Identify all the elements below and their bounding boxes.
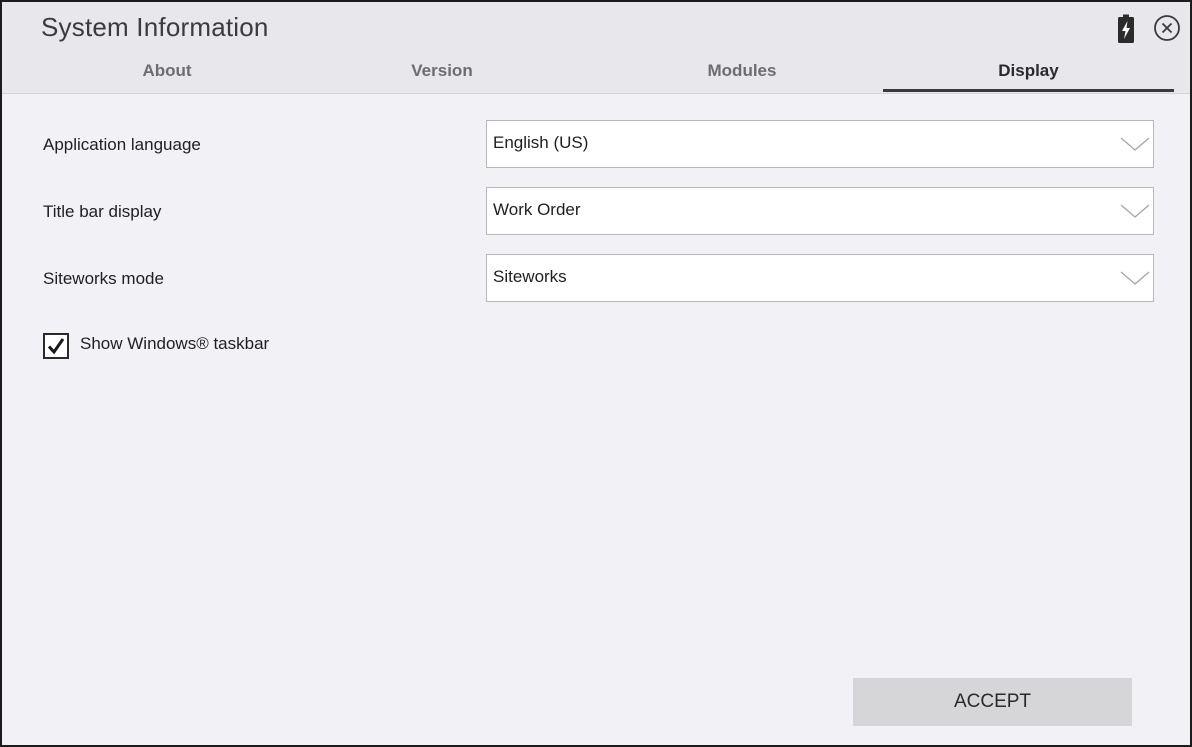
close-icon[interactable] xyxy=(1153,14,1181,42)
tab-version[interactable]: Version xyxy=(322,58,562,92)
chevron-down-icon xyxy=(1120,271,1150,285)
title-bar-display-dropdown[interactable]: Work Order xyxy=(486,187,1154,235)
show-taskbar-label: Show Windows® taskbar xyxy=(80,334,270,353)
application-language-dropdown[interactable]: English (US) xyxy=(486,120,1154,168)
tab-bar: About Version Modules Display xyxy=(22,58,1174,92)
siteworks-mode-label: Siteworks mode xyxy=(43,269,164,288)
tab-display[interactable]: Display xyxy=(883,58,1174,92)
tab-about[interactable]: About xyxy=(22,58,312,92)
title-bar-display-value: Work Order xyxy=(493,200,581,219)
checkmark-icon xyxy=(47,338,65,355)
title-bar-display-label: Title bar display xyxy=(43,202,162,221)
siteworks-mode-value: Siteworks xyxy=(493,267,567,286)
accept-button[interactable]: ACCEPT xyxy=(853,678,1132,726)
show-taskbar-checkbox[interactable] xyxy=(43,333,69,359)
dialog-header: System Information About Version Modules… xyxy=(2,2,1190,94)
battery-charging-icon xyxy=(1118,14,1134,43)
chevron-down-icon xyxy=(1120,137,1150,151)
siteworks-mode-dropdown[interactable]: Siteworks xyxy=(486,254,1154,302)
tab-modules[interactable]: Modules xyxy=(602,58,882,92)
dialog-title: System Information xyxy=(41,12,269,42)
application-language-value: English (US) xyxy=(493,133,589,152)
application-language-label: Application language xyxy=(43,135,201,154)
system-information-dialog: System Information About Version Modules… xyxy=(0,0,1192,747)
chevron-down-icon xyxy=(1120,204,1150,218)
